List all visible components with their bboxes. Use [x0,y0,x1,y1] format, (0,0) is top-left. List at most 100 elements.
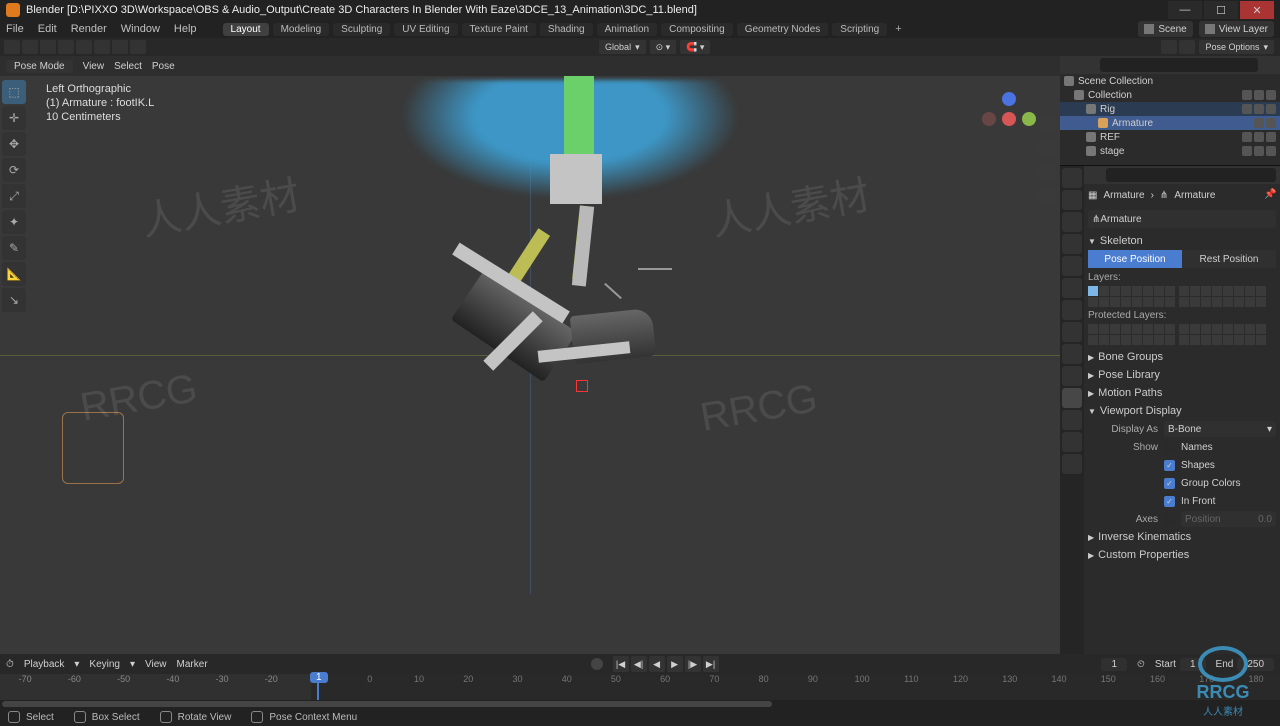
tl-menu-view[interactable]: View [145,659,167,670]
render-icon[interactable] [1266,118,1276,128]
toolbar-btn[interactable] [112,40,128,54]
section-skeleton[interactable]: Skeleton [1088,232,1276,250]
bone-control-green[interactable] [564,76,594,156]
toolbar-btn[interactable] [1179,40,1195,54]
vp-zoom-icon[interactable] [1038,116,1056,134]
eye-icon[interactable] [1254,90,1264,100]
toolbar-btn[interactable] [1161,40,1177,54]
render-icon[interactable] [1266,90,1276,100]
checkbox-icon[interactable] [1242,90,1252,100]
scrollbar-thumb[interactable] [2,701,772,707]
tool-rotate[interactable]: ⟳ [2,158,26,182]
tl-menu-marker[interactable]: Marker [177,659,208,670]
section-bone-groups[interactable]: Bone Groups [1088,348,1276,366]
play-rev-btn[interactable]: ◀ [649,656,665,672]
eye-icon[interactable] [1254,118,1264,128]
vp-pan-icon[interactable] [1038,140,1056,158]
window-close[interactable]: ✕ [1240,1,1274,19]
prop-tab-physics[interactable] [1062,344,1082,364]
render-icon[interactable] [1266,132,1276,142]
outliner-display-mode[interactable] [1064,58,1078,72]
key-next-btn[interactable]: |▶ [685,656,701,672]
tool-select-box[interactable]: ⬚ [2,80,26,104]
prop-tab-material[interactable] [1062,454,1082,474]
section-custom-props[interactable]: Custom Properties [1088,546,1276,564]
prop-editor-type[interactable] [1088,168,1102,182]
tab-uv[interactable]: UV Editing [394,23,457,36]
menu-file[interactable]: File [6,23,24,35]
outliner-item-stage[interactable]: stage [1060,144,1280,158]
checkbox-icon[interactable] [1242,104,1252,114]
prop-tab-object[interactable] [1062,278,1082,298]
eye-icon[interactable] [1254,104,1264,114]
menu-help[interactable]: Help [174,23,197,35]
current-frame-field[interactable]: 1 [1101,658,1127,671]
tab-modeling[interactable]: Modeling [273,23,330,36]
outliner-item-armature[interactable]: Armature [1060,116,1280,130]
menu-edit[interactable]: Edit [38,23,57,35]
outliner-item-ref[interactable]: REF [1060,130,1280,144]
tab-texpaint[interactable]: Texture Paint [462,23,536,36]
outliner-funnel-icon[interactable] [1262,58,1276,72]
gizmo-center[interactable] [1002,112,1016,126]
orientation-field[interactable]: Global ▾ [599,40,646,54]
tool-scale[interactable]: ⤢ [2,184,26,208]
tool-transform[interactable]: ✦ [2,210,26,234]
outliner-search-input[interactable] [1100,58,1258,72]
tab-geonodes[interactable]: Geometry Nodes [737,23,829,36]
toolbar-btn[interactable] [58,40,74,54]
tl-menu-keying[interactable]: Keying [89,659,120,670]
prop-tab-particles[interactable] [1062,322,1082,342]
tool-annotate[interactable]: ✎ [2,236,26,260]
outliner-filter-icon[interactable] [1082,58,1096,72]
vp-persp-icon[interactable] [1038,188,1056,206]
checkbox-icon[interactable] [1242,132,1252,142]
bone-lower-leg[interactable] [572,205,594,286]
prop-search-input[interactable] [1106,168,1276,182]
playhead-frame[interactable]: 1 [310,672,328,683]
toolbar-btn[interactable] [4,40,20,54]
crumb-object[interactable]: Armature [1103,190,1144,201]
bone-root-gray[interactable] [550,154,602,204]
chk-in-front[interactable]: ✓In Front [1164,493,1215,509]
checkbox-icon[interactable] [1242,146,1252,156]
tab-compositing[interactable]: Compositing [661,23,733,36]
tool-cursor[interactable]: ✛ [2,106,26,130]
display-as-field[interactable]: B-Bone▾ [1164,421,1276,437]
autokey-icon[interactable] [591,658,603,670]
prop-tab-world[interactable] [1062,256,1082,276]
vp-menu-select[interactable]: Select [114,61,142,72]
prop-tab-scene[interactable] [1062,234,1082,254]
section-viewport-display[interactable]: Viewport Display [1088,402,1276,420]
prop-tab-boneconstraint[interactable] [1062,432,1082,452]
tool-measure[interactable]: 📐 [2,262,26,286]
toolbar-btn[interactable] [130,40,146,54]
tab-add[interactable]: + [891,23,905,35]
outliner-scene-collection[interactable]: Scene Collection [1060,74,1280,88]
pose-options[interactable]: Pose Options ▾ [1199,40,1274,54]
toolbar-btn[interactable] [40,40,56,54]
prop-tab-modifiers[interactable] [1062,300,1082,320]
vp-menu-view[interactable]: View [83,61,105,72]
prop-tab-bone[interactable] [1062,410,1082,430]
scene-field[interactable]: Scene [1138,21,1192,37]
tool-move[interactable]: ✥ [2,132,26,156]
prop-tab-constraint[interactable] [1062,366,1082,386]
gizmo-z[interactable] [1002,92,1016,106]
prop-tab-render[interactable] [1062,168,1082,188]
preview-range-icon[interactable]: ⏲ [1137,659,1145,670]
render-icon[interactable] [1266,104,1276,114]
tab-sculpting[interactable]: Sculpting [333,23,390,36]
chk-axes[interactable] [1164,514,1175,525]
rest-position-btn[interactable]: Rest Position [1182,250,1276,268]
render-icon[interactable] [1266,146,1276,156]
toolbar-btn[interactable] [76,40,92,54]
tool-breakdown[interactable]: ↘ [2,288,26,312]
pose-position-btn[interactable]: Pose Position [1088,250,1182,268]
tl-menu-playback[interactable]: Playback [24,659,65,670]
tab-animation[interactable]: Animation [597,23,657,36]
tab-shading[interactable]: Shading [540,23,593,36]
tab-layout[interactable]: Layout [223,23,269,36]
datablock-name-field[interactable]: ⋔ Armature [1088,210,1276,228]
toolbar-btn[interactable] [22,40,38,54]
